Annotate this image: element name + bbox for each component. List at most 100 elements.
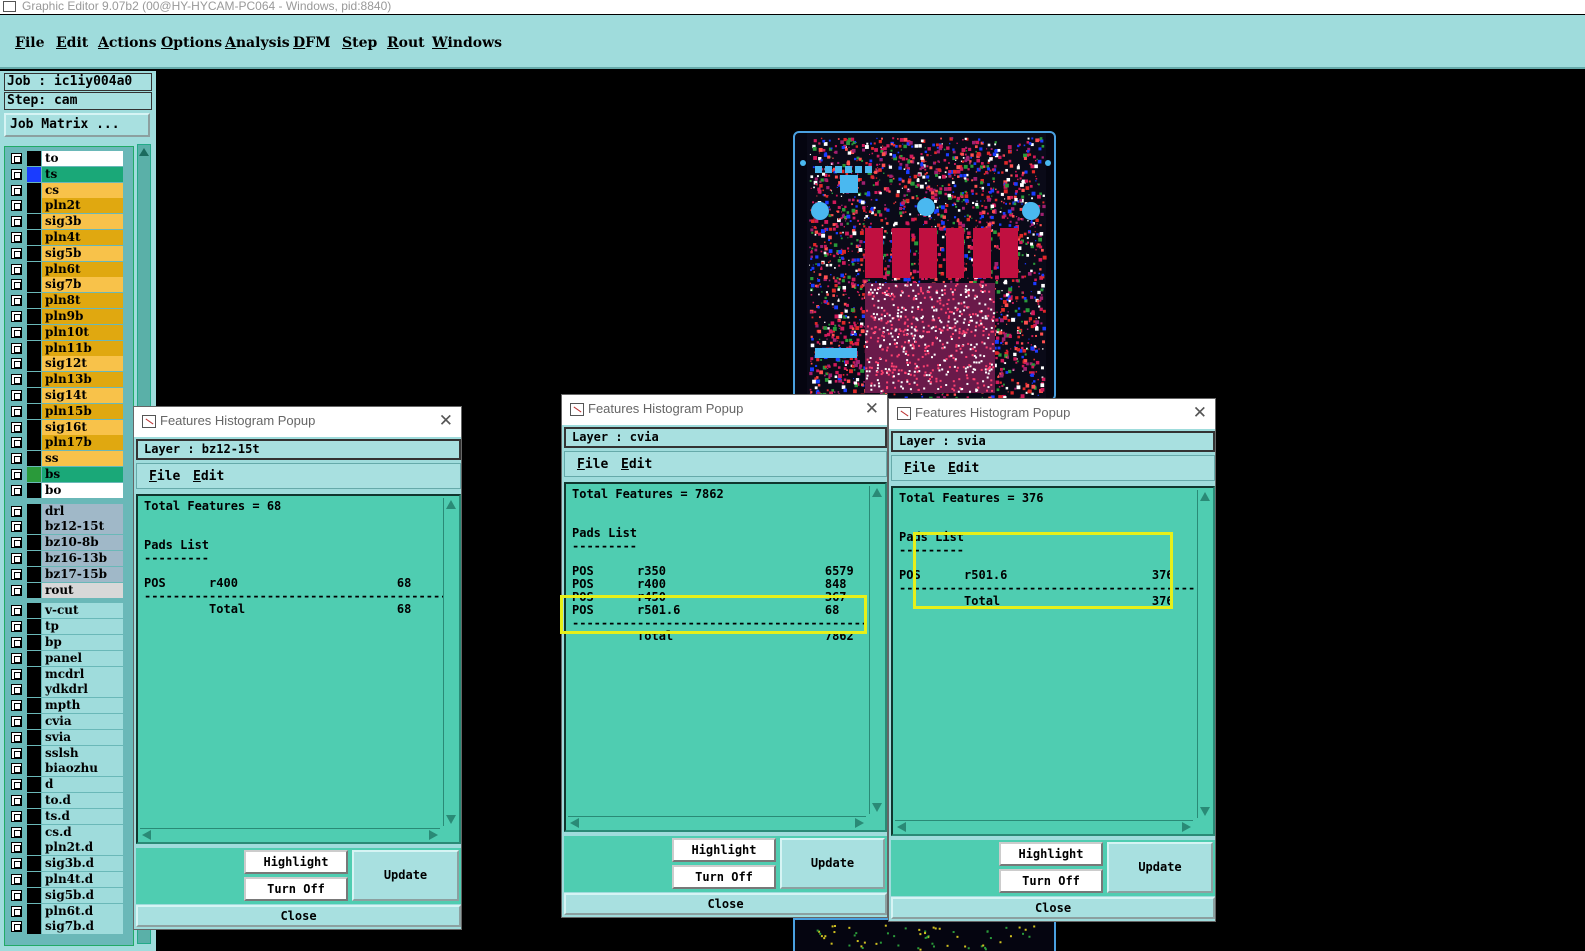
layer-checkbox[interactable] [11, 279, 22, 291]
close-icon[interactable]: ✕ [1193, 399, 1207, 427]
layer-color-swatch[interactable] [27, 919, 41, 935]
scroll-left-icon[interactable] [897, 822, 906, 832]
layer-row-ts.d[interactable]: ts.d [5, 808, 133, 824]
layer-row-ydkdrl[interactable]: ydkdrl [5, 682, 133, 698]
layer-row-bp[interactable]: bp [5, 635, 133, 650]
layer-name[interactable]: bz10-8b [42, 535, 123, 551]
popup-menu-file[interactable]: File [904, 461, 935, 476]
layer-row-svia[interactable]: svia [5, 729, 133, 745]
layer-checkbox[interactable] [11, 684, 22, 696]
vertical-scrollbar[interactable] [443, 498, 457, 826]
layer-color-swatch[interactable] [27, 535, 41, 551]
layer-color-swatch[interactable] [27, 372, 41, 388]
scroll-down-icon[interactable] [1200, 807, 1210, 816]
layer-row-sig7b[interactable]: sig7b [5, 277, 133, 293]
layer-checkbox[interactable] [11, 342, 22, 354]
layer-name[interactable]: biaozhu [42, 761, 123, 777]
layer-name[interactable]: pln10t [42, 324, 123, 340]
update-button[interactable]: Update [352, 850, 459, 901]
popup-title-bar[interactable]: Features Histogram Popup ✕ [889, 399, 1215, 429]
highlight-button[interactable]: Highlight [672, 838, 776, 862]
layer-name[interactable]: pln17b [42, 435, 123, 451]
layer-row-sig12t[interactable]: sig12t [5, 356, 133, 372]
layer-checkbox[interactable] [11, 637, 22, 648]
menu-analysis[interactable]: Analysis [225, 35, 290, 51]
scroll-down-icon[interactable] [872, 803, 882, 812]
vertical-scrollbar[interactable] [869, 486, 883, 814]
layer-color-swatch[interactable] [27, 808, 41, 824]
layer-checkbox[interactable] [11, 810, 22, 822]
menu-rout[interactable]: Rout [387, 35, 425, 51]
layer-color-swatch[interactable] [27, 519, 41, 535]
layer-name[interactable]: to [42, 151, 123, 166]
layer-checkbox[interactable] [11, 374, 22, 386]
layer-color-swatch[interactable] [27, 419, 41, 435]
layer-color-swatch[interactable] [27, 261, 41, 277]
layer-name[interactable]: d [42, 777, 123, 793]
layer-checkbox[interactable] [11, 153, 22, 164]
layer-checkbox[interactable] [11, 584, 22, 596]
layer-checkbox[interactable] [11, 568, 22, 580]
layer-checkbox[interactable] [11, 232, 22, 243]
layer-row-pln6t.d[interactable]: pln6t.d [5, 903, 133, 919]
layer-color-swatch[interactable] [27, 887, 41, 903]
layer-name[interactable]: sig5b [42, 245, 123, 261]
menu-step[interactable]: Step [342, 35, 377, 51]
layer-color-swatch[interactable] [27, 230, 41, 245]
layer-name[interactable]: v-cut [42, 603, 123, 619]
layer-row-pln2t[interactable]: pln2t [5, 198, 133, 214]
layer-color-swatch[interactable] [27, 566, 41, 582]
scroll-left-icon[interactable] [142, 830, 151, 840]
layer-name[interactable]: sig7b [42, 277, 123, 293]
layer-checkbox[interactable] [11, 747, 22, 759]
horizontal-scrollbar[interactable] [568, 816, 866, 828]
layer-color-swatch[interactable] [27, 151, 41, 166]
layer-row-biaozhu[interactable]: biaozhu [5, 761, 133, 777]
layer-row-ts[interactable]: ts [5, 166, 133, 182]
layer-name[interactable]: bz17-15b [42, 566, 123, 582]
layer-row-panel[interactable]: panel [5, 650, 133, 666]
layer-row-to[interactable]: to [5, 151, 133, 166]
layer-row-cs[interactable]: cs [5, 182, 133, 198]
layer-color-swatch[interactable] [27, 603, 41, 619]
layer-row-pln9b[interactable]: pln9b [5, 309, 133, 324]
layer-name[interactable]: ydkdrl [42, 682, 123, 698]
layer-name[interactable]: pln13b [42, 372, 123, 388]
scroll-up-icon[interactable] [872, 488, 882, 497]
menu-actions[interactable]: Actions [98, 35, 157, 51]
layer-checkbox[interactable] [11, 437, 22, 449]
layer-name[interactable]: sig16t [42, 419, 123, 435]
layer-row-sslsh[interactable]: sslsh [5, 745, 133, 761]
layer-row-sig16t[interactable]: sig16t [5, 419, 133, 435]
scroll-down-icon[interactable] [446, 815, 456, 824]
layer-color-swatch[interactable] [27, 777, 41, 793]
menu-edit[interactable]: Edit [56, 35, 88, 51]
highlight-button[interactable]: Highlight [999, 842, 1103, 866]
turn-off-button[interactable]: Turn Off [672, 865, 776, 889]
layer-row-sig3b[interactable]: sig3b [5, 214, 133, 230]
layer-row-pln13b[interactable]: pln13b [5, 372, 133, 388]
pcb-board-view[interactable] [793, 131, 1056, 401]
scroll-right-icon[interactable] [1182, 822, 1191, 832]
layer-row-cvia[interactable]: cvia [5, 714, 133, 729]
menu-options[interactable]: Options [161, 35, 222, 51]
layer-row-pln4t[interactable]: pln4t [5, 230, 133, 245]
layer-color-swatch[interactable] [27, 650, 41, 666]
layer-row-bz17-15b[interactable]: bz17-15b [5, 566, 133, 582]
layer-row-bo[interactable]: bo [5, 482, 133, 498]
layer-checkbox[interactable] [11, 826, 22, 838]
layer-color-swatch[interactable] [27, 903, 41, 919]
layer-checkbox[interactable] [11, 858, 22, 870]
layer-checkbox[interactable] [11, 779, 22, 791]
layer-checkbox[interactable] [11, 421, 22, 433]
vertical-scrollbar[interactable] [1197, 490, 1211, 818]
close-button[interactable]: Close [891, 897, 1215, 919]
layer-color-swatch[interactable] [27, 761, 41, 777]
layer-color-swatch[interactable] [27, 277, 41, 293]
layer-row-pln2t.d[interactable]: pln2t.d [5, 840, 133, 856]
layer-checkbox[interactable] [11, 795, 22, 806]
close-icon[interactable]: ✕ [439, 407, 453, 435]
layer-row-cs.d[interactable]: cs.d [5, 824, 133, 840]
popup-title-bar[interactable]: Features Histogram Popup ✕ [562, 395, 887, 425]
turn-off-button[interactable]: Turn Off [244, 877, 348, 901]
